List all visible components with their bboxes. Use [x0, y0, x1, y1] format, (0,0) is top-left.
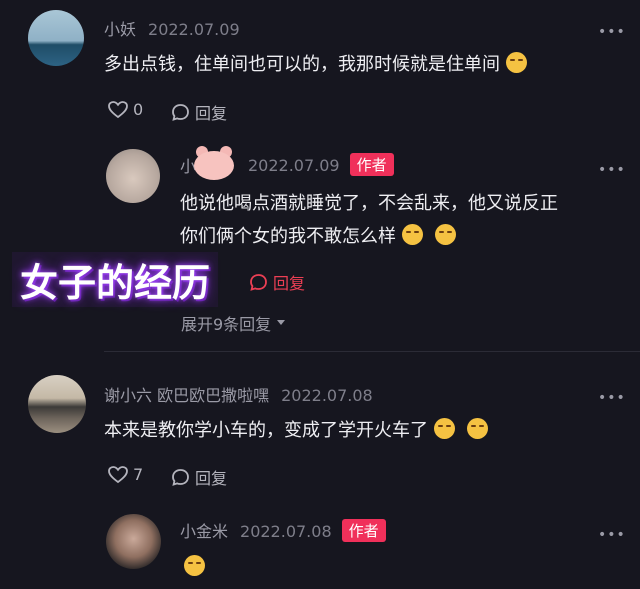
grin-emoji-icon [506, 52, 527, 73]
author-badge: 作者 [341, 519, 386, 542]
more-options-icon[interactable]: ••• [598, 162, 626, 178]
username-text[interactable]: 谢小六 欧巴欧巴撒啦嘿 [104, 386, 269, 405]
sticker-bear-icon [194, 146, 234, 180]
reply-button[interactable]: 回复 [171, 100, 227, 124]
comment-text-content: 本来是教你学小车的，变成了学开火车了 [104, 420, 428, 441]
reply-label: 回复 [195, 104, 228, 123]
more-options-icon[interactable]: ••• [598, 24, 626, 40]
comment-username[interactable]: 谢小六 欧巴欧巴撒啦嘿 2022.07.08 [104, 382, 373, 406]
comment-meta: 2022.07.09 作者 [236, 153, 394, 176]
divider [104, 351, 640, 352]
like-button[interactable]: 7 [108, 465, 143, 484]
avatar[interactable] [106, 514, 161, 569]
username-text[interactable]: 小金米 [180, 522, 228, 541]
more-options-icon[interactable]: ••• [598, 390, 626, 406]
like-count: 7 [133, 465, 144, 484]
reply-bubble-icon [172, 103, 189, 121]
comment-date: 2022.07.08 [240, 522, 332, 541]
comment-username[interactable]: 小妖 2022.07.09 [104, 16, 240, 40]
comment-text-line1: 他说他喝点酒就睡觉了，不会乱来，他又说反正 [180, 193, 558, 214]
smirk-emoji-icon [467, 418, 488, 439]
avatar[interactable] [106, 149, 160, 203]
comment-text [180, 551, 205, 584]
avatar[interactable] [28, 375, 86, 433]
heart-icon [108, 100, 128, 118]
comment-text: 你们俩个女的我不敢怎么样 [180, 220, 456, 253]
reply-button[interactable]: 回复 [249, 270, 305, 294]
heart-icon [108, 465, 128, 483]
like-count: 0 [133, 100, 144, 119]
comment-text: 本来是教你学小车的，变成了学开火车了 [104, 414, 488, 447]
username-text[interactable]: 小妖 [104, 20, 136, 39]
comment-text: 多出点钱，住单间也可以的，我那时候就是住单间 [104, 48, 527, 81]
reply-bubble-icon [172, 468, 189, 486]
comment-username[interactable]: 小金米 2022.07.08 作者 [180, 518, 386, 542]
comment-text: 他说他喝点酒就睡觉了，不会乱来，他又说反正 [180, 187, 558, 220]
overlay-caption: 女子的经历 [12, 252, 219, 307]
author-badge: 作者 [349, 153, 394, 176]
smirk-emoji-icon [184, 555, 205, 576]
more-options-icon[interactable]: ••• [598, 527, 626, 543]
comment-text-line2: 你们俩个女的我不敢怎么样 [180, 226, 396, 247]
comment-date: 2022.07.09 [148, 20, 240, 39]
avatar[interactable] [28, 10, 84, 66]
caret-down-icon [277, 320, 286, 325]
like-button[interactable]: 0 [108, 100, 143, 119]
comment-date: 2022.07.08 [281, 386, 373, 405]
comment-date: 2022.07.09 [248, 156, 340, 175]
rofl-emoji-icon [435, 224, 456, 245]
expand-replies-label: 展开9条回复 [181, 315, 272, 334]
reply-label: 回复 [195, 469, 228, 488]
reply-button[interactable]: 回复 [171, 465, 227, 489]
reply-bubble-icon [250, 273, 267, 291]
expand-replies-button[interactable]: 展开9条回复 [181, 311, 286, 335]
comment-text-content: 多出点钱，住单间也可以的，我那时候就是住单间 [104, 54, 500, 75]
reply-label: 回复 [273, 274, 306, 293]
rofl-emoji-icon [402, 224, 423, 245]
smirk-emoji-icon [434, 418, 455, 439]
